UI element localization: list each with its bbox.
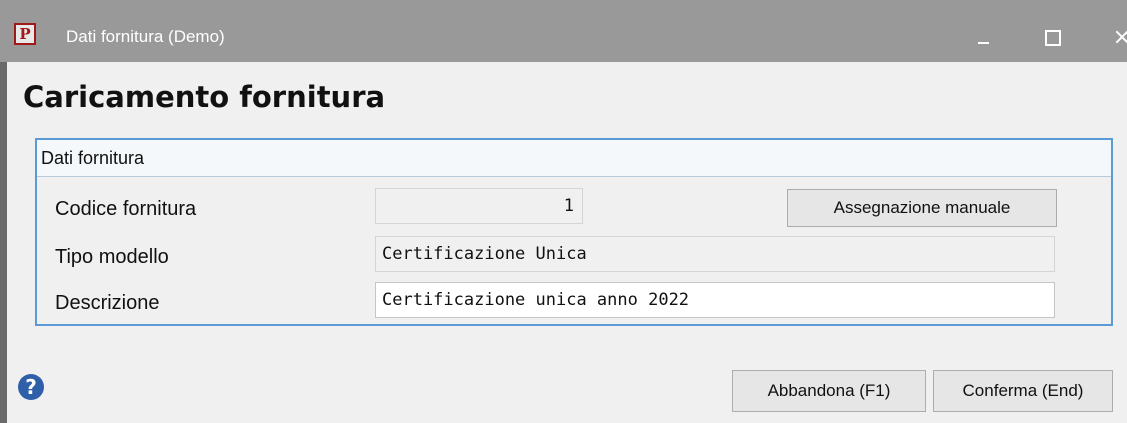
descrizione-field[interactable]: Certificazione unica anno 2022 <box>375 282 1055 318</box>
descrizione-label: Descrizione <box>55 292 160 314</box>
minimize-button[interactable] <box>960 18 1006 58</box>
close-button[interactable] <box>1100 18 1127 58</box>
group-title: Dati fornitura <box>41 148 145 168</box>
title-bar[interactable]: P Dati fornitura (Demo) <box>0 0 1127 62</box>
codice-fornitura-field[interactable]: 1 <box>375 188 583 224</box>
help-icon[interactable]: ? <box>18 374 44 400</box>
page-title: Caricamento fornitura <box>23 80 386 114</box>
background-window-edge <box>0 62 7 423</box>
dialog-window: P Dati fornitura (Demo) Caricamento forn… <box>0 0 1127 423</box>
app-icon[interactable]: P <box>14 23 36 45</box>
abbandona-button[interactable]: Abbandona (F1) <box>732 370 926 412</box>
dati-fornitura-group: Dati fornitura Codice fornitura 1 Assegn… <box>35 138 1113 326</box>
tipo-modello-field[interactable]: Certificazione Unica <box>375 236 1055 272</box>
window-title: Dati fornitura (Demo) <box>66 27 225 46</box>
codice-fornitura-label: Codice fornitura <box>55 198 197 220</box>
group-header: Dati fornitura <box>37 140 1111 177</box>
tipo-modello-label: Tipo modello <box>55 246 169 268</box>
maximize-button[interactable] <box>1030 18 1076 58</box>
conferma-button[interactable]: Conferma (End) <box>933 370 1113 412</box>
assegnazione-manuale-button[interactable]: Assegnazione manuale <box>787 189 1057 227</box>
